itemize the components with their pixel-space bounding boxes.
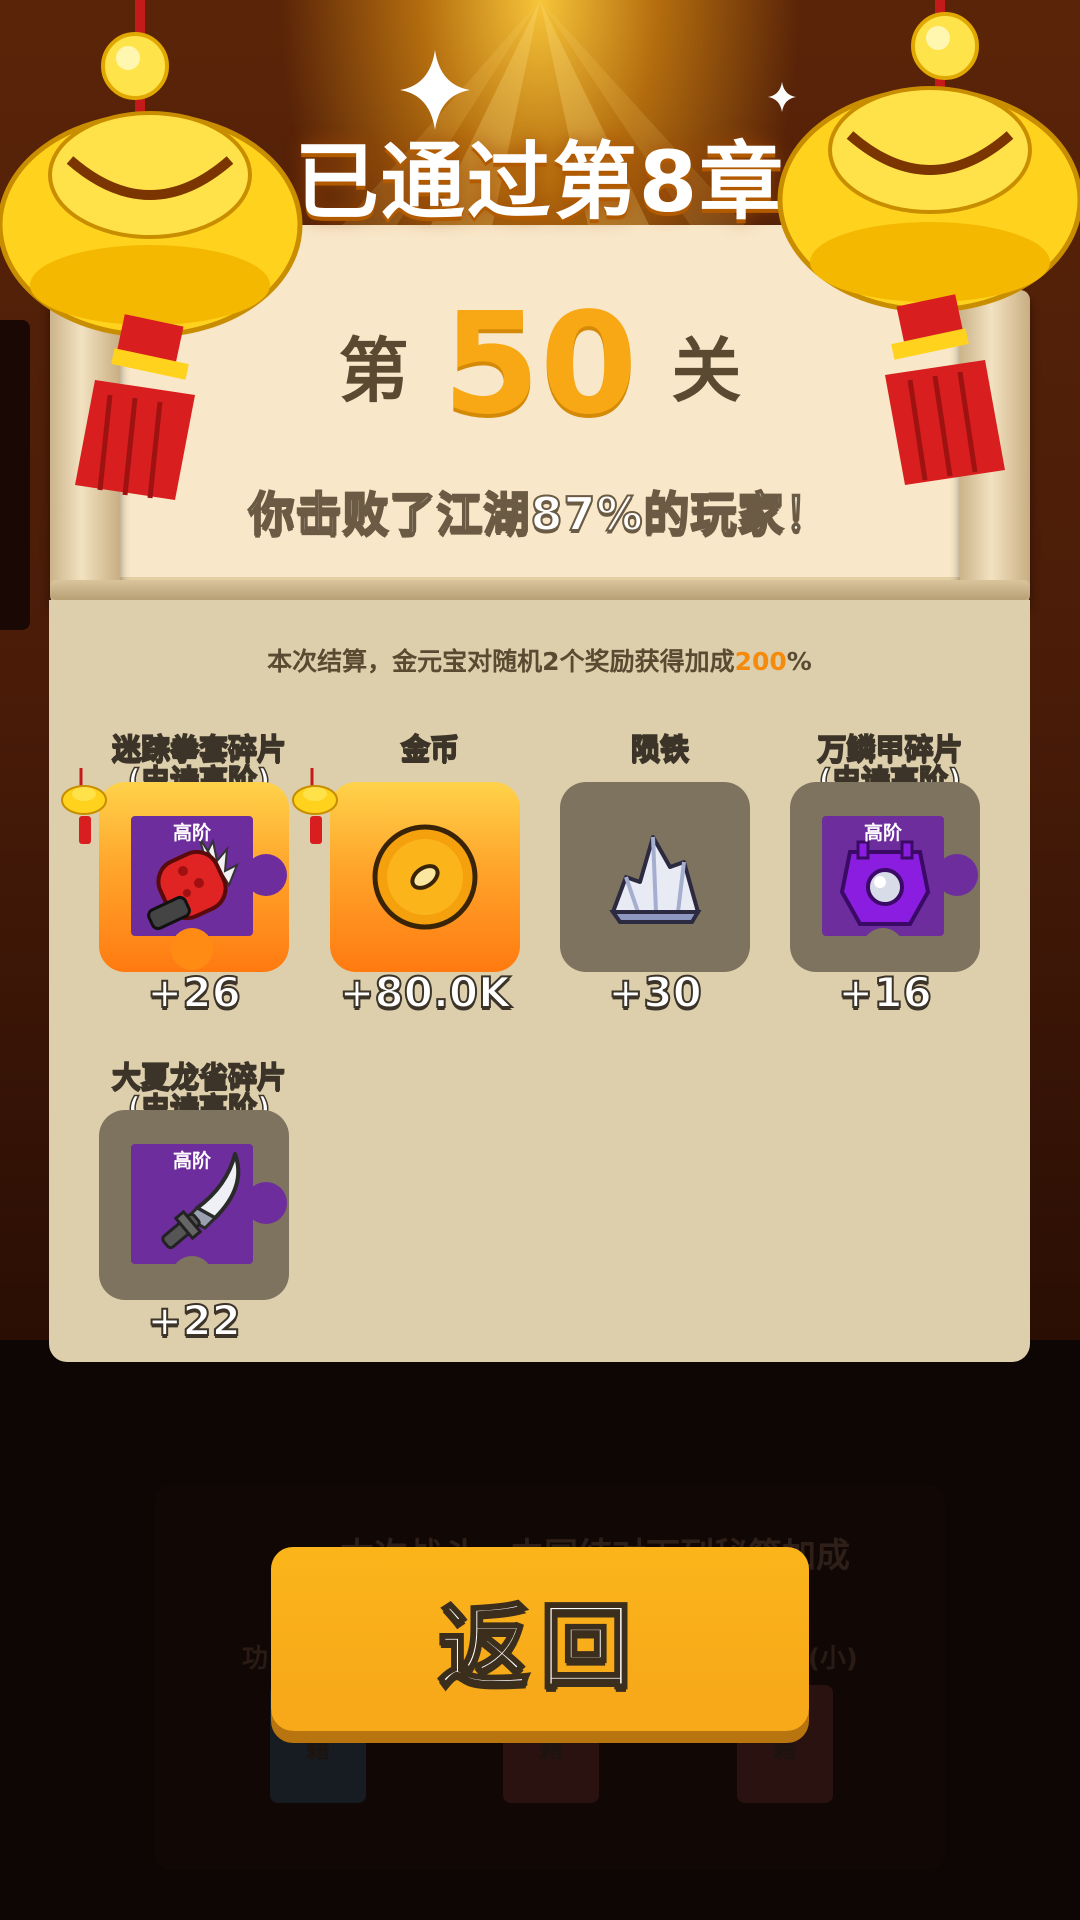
dimmed-label-right: (小)	[808, 1644, 858, 1674]
reward-name-line2: 金币	[400, 732, 460, 766]
bonus-percent: %	[786, 647, 812, 676]
reward-tile[interactable]: 高阶	[99, 782, 289, 972]
gold-ingot-badge-icon	[292, 768, 338, 844]
dimmed-label-left: 功	[242, 1644, 269, 1674]
level-suffix: 关	[671, 329, 742, 412]
bonus-note: 本次结算，金元宝对随机2个奖励获得加成200%	[49, 642, 1030, 678]
dimmed-book-label: 籍	[306, 1735, 330, 1763]
reward-name: 陨铁	[530, 732, 790, 766]
reward-tile[interactable]: 高阶	[790, 782, 980, 972]
reward-name-line1: 迷踪拳套碎片	[111, 732, 287, 766]
gold-coin-icon	[372, 824, 478, 930]
bonus-value: 200	[734, 647, 787, 676]
scroll-bottom-bar	[50, 580, 1030, 600]
chapter-title: 已通过第8章	[294, 133, 786, 231]
level-number: 50	[442, 283, 638, 446]
reward-name-line1: 万鳞甲碎片	[817, 732, 964, 766]
level-prefix: 第	[338, 329, 409, 412]
reward-amount: +30	[607, 967, 703, 1018]
purple-armor-icon	[839, 840, 931, 926]
reward-amount: +22	[146, 1295, 242, 1346]
reward-tile[interactable]: 高阶	[99, 1110, 289, 1300]
reward-tile[interactable]	[560, 782, 750, 972]
tier-tag: 高阶	[172, 822, 211, 844]
reward-amount: +80.0K	[338, 967, 511, 1018]
return-button[interactable]: 返回	[271, 1547, 809, 1731]
reward-amount: +16	[837, 967, 933, 1018]
reward-tile[interactable]	[330, 782, 520, 972]
meteor-iron-crystal-icon	[609, 835, 702, 924]
dimmed-book-label: 籍	[773, 1735, 797, 1763]
reward-name: 金币	[300, 732, 560, 766]
tier-tag: 高阶	[863, 822, 902, 844]
reward-name-line2: 陨铁	[630, 732, 690, 766]
bonus-note-text: 本次结算，金元宝对随机2个奖励获得加成	[267, 647, 735, 676]
reward-amount: +26	[146, 967, 242, 1018]
reward-name-line1: 大夏龙雀碎片	[111, 1060, 287, 1094]
dimmed-book-label: 籍	[539, 1735, 563, 1763]
gold-ingot-tassel-right-icon	[777, 0, 1080, 485]
gold-ingot-badge-icon	[61, 768, 107, 844]
rewards-panel: 本次结算，金元宝对随机2个奖励获得加成200% 迷踪拳套碎片 (史诗高阶) 高阶…	[49, 600, 1030, 1362]
gold-ingot-tassel-left-icon	[0, 0, 303, 500]
tier-tag: 高阶	[172, 1150, 211, 1172]
